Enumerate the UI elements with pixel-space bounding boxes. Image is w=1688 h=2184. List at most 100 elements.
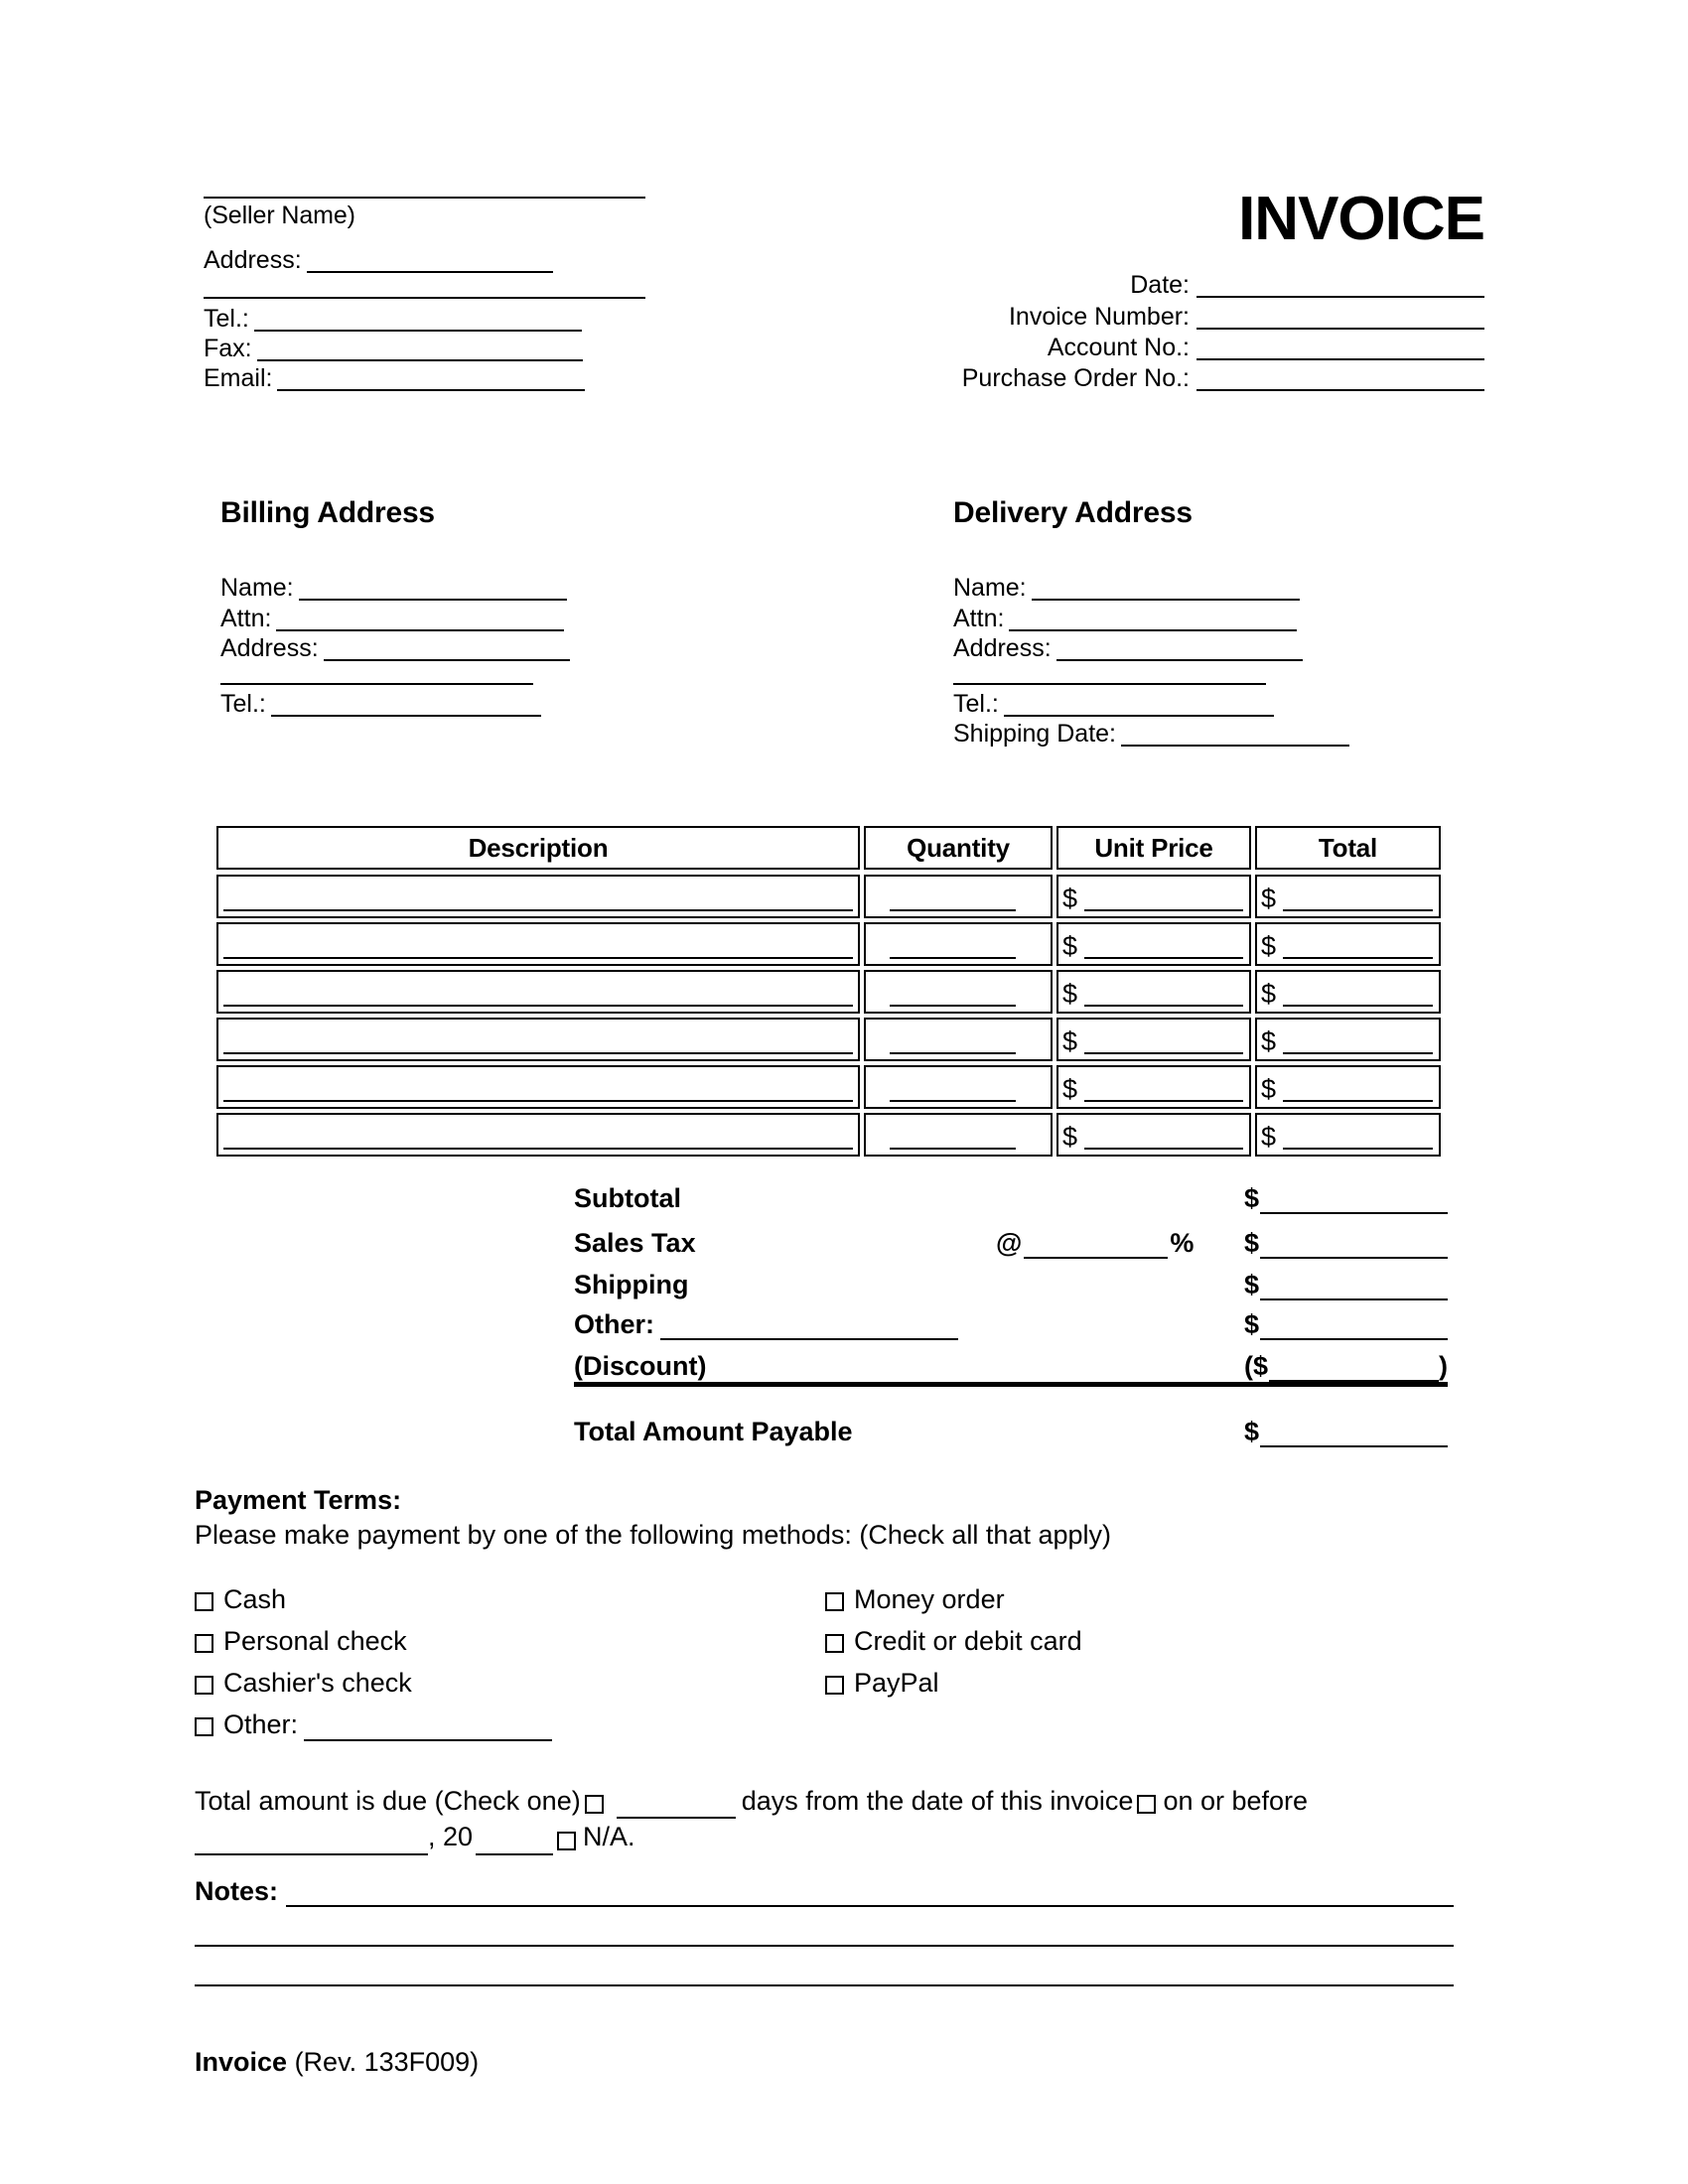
other-input[interactable]: [1260, 1310, 1448, 1340]
billing-address-input[interactable]: [323, 633, 570, 661]
total-amount-payable-input[interactable]: [1260, 1418, 1448, 1447]
checkbox-icon[interactable]: [825, 1675, 844, 1695]
description-input[interactable]: [223, 1100, 853, 1102]
unit-price-input[interactable]: [1084, 1005, 1243, 1007]
notes-input-line-2[interactable]: [195, 1945, 1454, 1947]
notes-input-line-1[interactable]: [286, 1877, 1454, 1907]
checkbox-icon[interactable]: [557, 1831, 577, 1850]
quantity-input[interactable]: [890, 957, 1016, 959]
checkbox-icon[interactable]: [584, 1795, 604, 1815]
delivery-address-input-line2[interactable]: [953, 682, 1266, 685]
cell-unit-price[interactable]: $: [1056, 1065, 1251, 1109]
quantity-input[interactable]: [890, 909, 1016, 911]
sales-tax-input[interactable]: [1260, 1229, 1448, 1259]
billing-tel-input[interactable]: [270, 689, 541, 717]
unit-price-input[interactable]: [1084, 1100, 1243, 1102]
checkbox-icon[interactable]: [195, 1591, 213, 1611]
cell-unit-price[interactable]: $: [1056, 1113, 1251, 1157]
payment-method-paypal[interactable]: PayPal: [825, 1667, 1456, 1700]
cell-total[interactable]: $: [1255, 922, 1441, 966]
total-input[interactable]: [1283, 957, 1433, 959]
due-days-input[interactable]: [616, 1789, 736, 1820]
cell-total[interactable]: $: [1255, 1113, 1441, 1157]
discount-amount[interactable]: ($ ): [1244, 1351, 1448, 1382]
cell-description[interactable]: [216, 875, 860, 918]
description-input[interactable]: [223, 1052, 853, 1054]
seller-name-rule[interactable]: [204, 197, 645, 199]
checkbox-icon[interactable]: [825, 1633, 844, 1653]
cell-unit-price[interactable]: $: [1056, 875, 1251, 918]
other-description-input[interactable]: [660, 1310, 958, 1340]
discount-input[interactable]: [1269, 1352, 1439, 1382]
cell-description[interactable]: [216, 922, 860, 966]
total-input[interactable]: [1283, 1005, 1433, 1007]
quantity-input[interactable]: [890, 1100, 1016, 1102]
due-year-input[interactable]: [476, 1825, 554, 1855]
billing-address-input-line2[interactable]: [220, 682, 533, 685]
cell-unit-price[interactable]: $: [1056, 1018, 1251, 1061]
subtotal-input[interactable]: [1260, 1184, 1448, 1214]
billing-attn-input[interactable]: [276, 603, 565, 631]
cell-unit-price[interactable]: $: [1056, 922, 1251, 966]
delivery-tel-input[interactable]: [1003, 689, 1274, 717]
other-amount[interactable]: $: [1244, 1309, 1448, 1340]
cell-quantity[interactable]: [864, 1018, 1053, 1061]
cell-quantity[interactable]: [864, 1113, 1053, 1157]
cell-total[interactable]: $: [1255, 1018, 1441, 1061]
payment-method-other[interactable]: Other:: [195, 1708, 825, 1741]
payment-method-money-order[interactable]: Money order: [825, 1583, 1456, 1616]
cell-quantity[interactable]: [864, 922, 1053, 966]
sales-tax-rate-input[interactable]: [1024, 1229, 1169, 1259]
delivery-attn-input[interactable]: [1009, 603, 1298, 631]
quantity-input[interactable]: [890, 1052, 1016, 1054]
cell-description[interactable]: [216, 1065, 860, 1109]
billing-name-input[interactable]: [298, 573, 567, 602]
cell-total[interactable]: $: [1255, 1065, 1441, 1109]
cell-quantity[interactable]: [864, 1065, 1053, 1109]
quantity-input[interactable]: [890, 1148, 1016, 1150]
total-input[interactable]: [1283, 1148, 1433, 1150]
payment-method-cashiers-check[interactable]: Cashier's check: [195, 1667, 825, 1700]
cell-total[interactable]: $: [1255, 875, 1441, 918]
sales-tax-amount[interactable]: $: [1244, 1228, 1448, 1259]
shipping-amount[interactable]: $: [1244, 1270, 1448, 1300]
cell-description[interactable]: [216, 1018, 860, 1061]
cell-quantity[interactable]: [864, 875, 1053, 918]
seller-address-input[interactable]: [306, 245, 553, 274]
unit-price-input[interactable]: [1084, 957, 1243, 959]
unit-price-input[interactable]: [1084, 1148, 1243, 1150]
shipping-input[interactable]: [1260, 1271, 1448, 1300]
seller-address-input-line2[interactable]: [204, 297, 645, 300]
unit-price-input[interactable]: [1084, 909, 1243, 911]
unit-price-input[interactable]: [1084, 1052, 1243, 1054]
cell-description[interactable]: [216, 970, 860, 1014]
delivery-address-input[interactable]: [1055, 633, 1303, 661]
cell-unit-price[interactable]: $: [1056, 970, 1251, 1014]
account-no-input[interactable]: [1196, 333, 1484, 360]
description-input[interactable]: [223, 1005, 853, 1007]
cell-description[interactable]: [216, 1113, 860, 1157]
total-amount-payable-amount[interactable]: $: [1244, 1417, 1448, 1447]
payment-method-cash[interactable]: Cash: [195, 1583, 825, 1616]
payment-method-other-input[interactable]: [304, 1710, 553, 1741]
checkbox-icon[interactable]: [195, 1633, 213, 1653]
quantity-input[interactable]: [890, 1005, 1016, 1007]
description-input[interactable]: [223, 957, 853, 959]
checkbox-icon[interactable]: [825, 1591, 844, 1611]
payment-method-personal-check[interactable]: Personal check: [195, 1625, 825, 1658]
description-input[interactable]: [223, 1148, 853, 1150]
seller-fax-input[interactable]: [256, 334, 583, 361]
cell-quantity[interactable]: [864, 970, 1053, 1014]
seller-tel-input[interactable]: [253, 303, 582, 332]
subtotal-amount[interactable]: $: [1244, 1183, 1448, 1214]
payment-method-credit-or-debit-card[interactable]: Credit or debit card: [825, 1625, 1456, 1658]
total-input[interactable]: [1283, 1100, 1433, 1102]
due-date-input[interactable]: [195, 1825, 428, 1855]
total-input[interactable]: [1283, 1052, 1433, 1054]
invoice-number-input[interactable]: [1196, 301, 1484, 330]
delivery-name-input[interactable]: [1031, 573, 1300, 602]
invoice-date-input[interactable]: [1196, 270, 1484, 299]
total-input[interactable]: [1283, 909, 1433, 911]
checkbox-icon[interactable]: [195, 1716, 213, 1736]
purchase-order-no-input[interactable]: [1196, 363, 1484, 391]
